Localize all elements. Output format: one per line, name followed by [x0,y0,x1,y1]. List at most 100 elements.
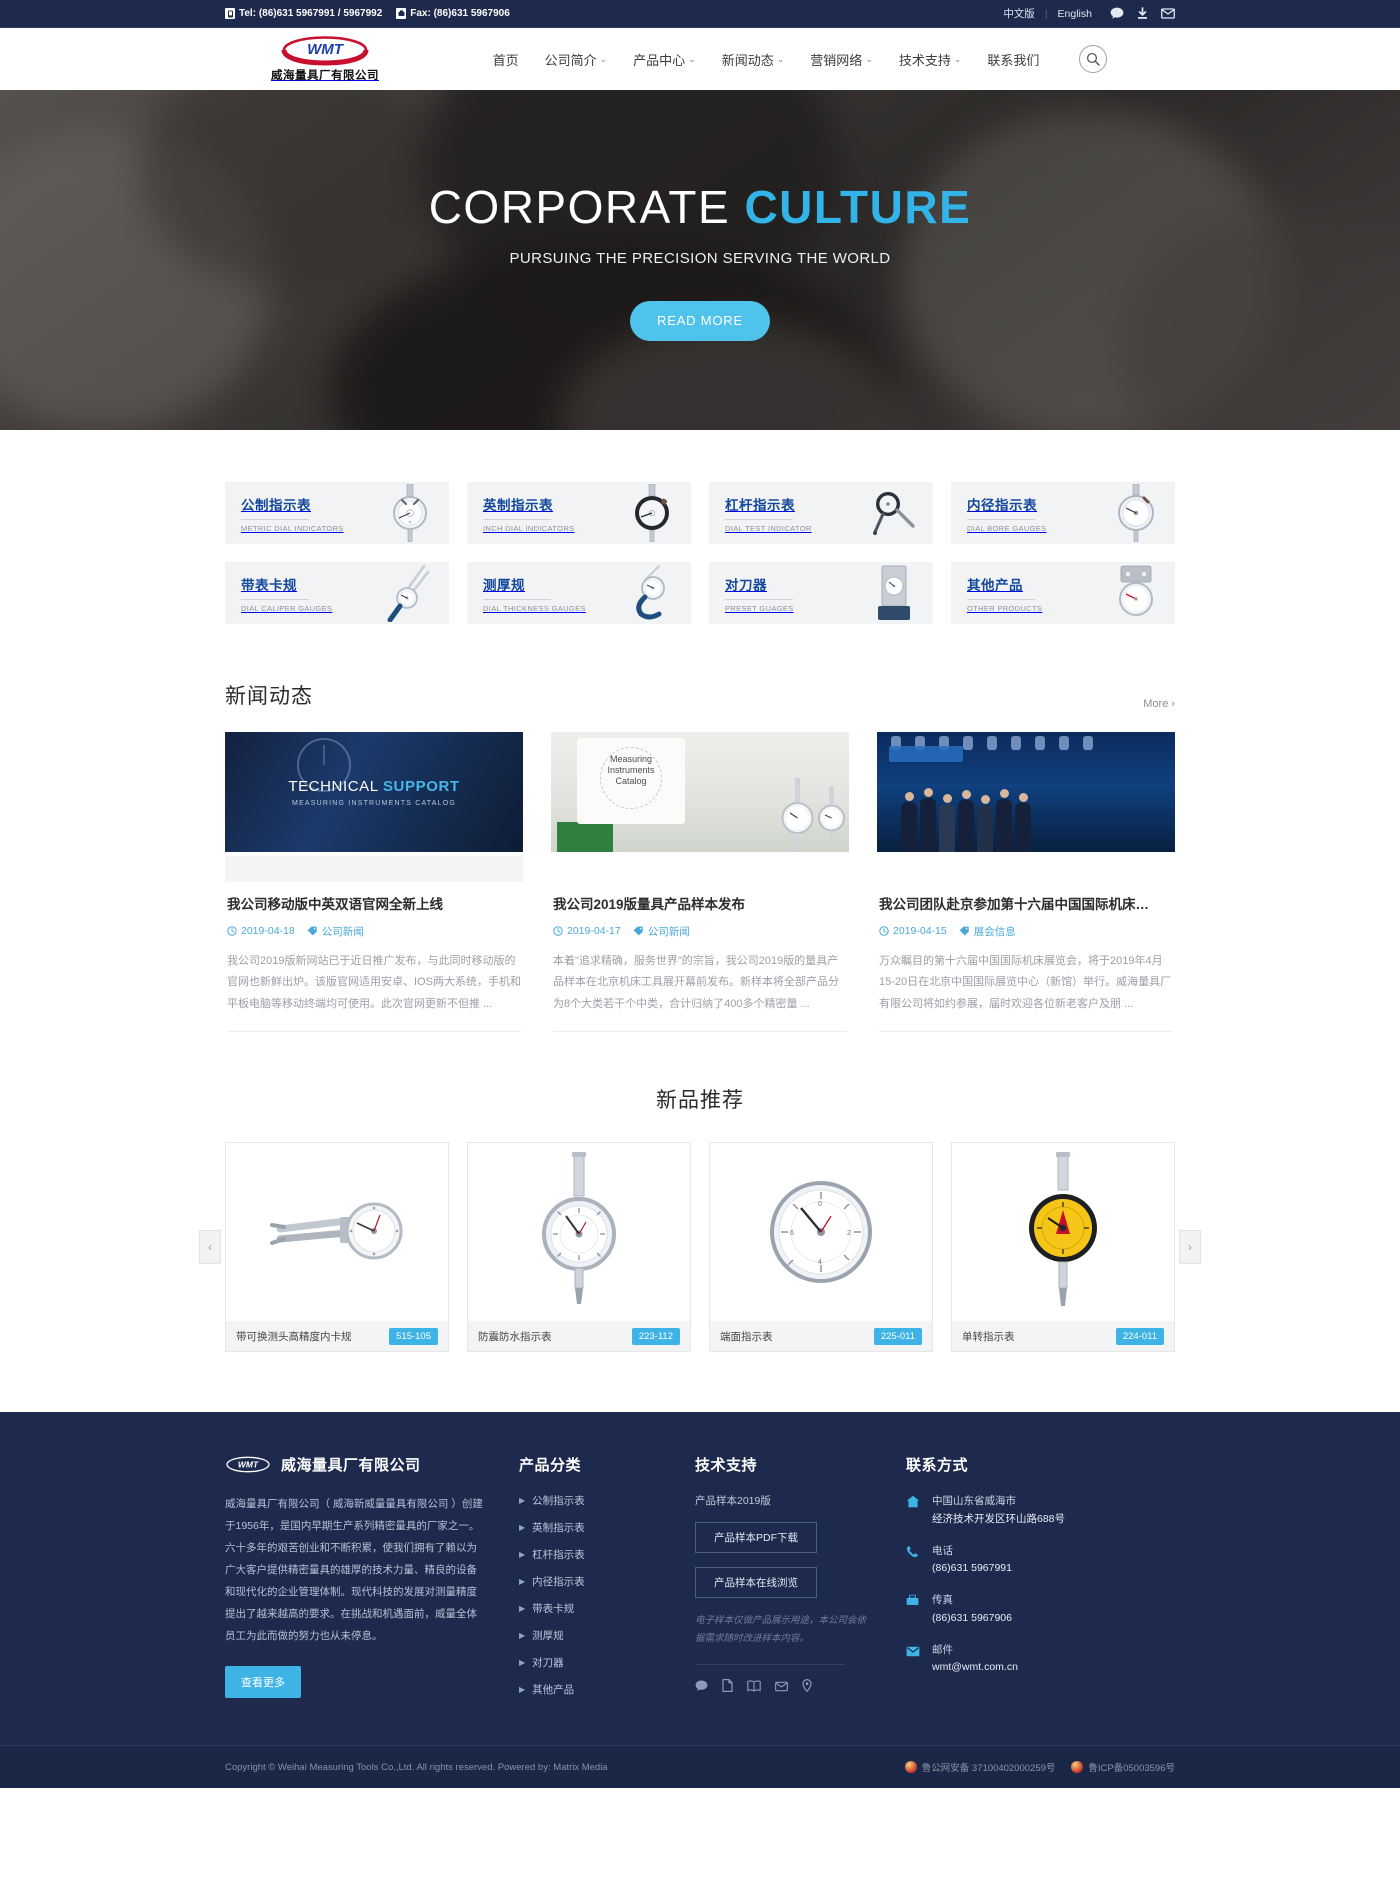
news-title[interactable]: 我公司团队赴京参加第十六届中国国际机床… [879,896,1173,915]
category-subtitle: DIAL THICKNESS GAUGES [483,603,586,613]
nav-label: 联系我们 [987,52,1040,68]
footer-category-item[interactable]: ▶ 测厚规 [519,1628,659,1643]
category-card-thickness[interactable]: 测厚规 DIAL THICKNESS GAUGES [467,562,691,624]
category-title: 杠杆指示表 [725,497,795,513]
hero-title-bold: CULTURE [744,180,972,233]
product-code-badge: 515-105 [389,1327,438,1345]
nav-item-about[interactable]: 公司简介 ⌄ [545,50,608,69]
chevron-down-icon: ⌄ [599,53,608,64]
news-title[interactable]: 我公司移动版中英双语官网全新上线 [227,896,521,915]
search-icon [1087,52,1101,66]
footer-category-item[interactable]: ▶ 对刀器 [519,1655,659,1670]
footer-category-item[interactable]: ▶ 公制指示表 [519,1493,659,1508]
gongan-record[interactable]: 鲁公网安备 37100402000259号 [904,1760,1055,1774]
book-icon[interactable] [747,1679,761,1697]
divider [241,598,309,600]
nav-label: 公司简介 [544,52,597,68]
category-card-preset[interactable]: 对刀器 PRESET GUAGES [709,562,933,624]
category-card-metric[interactable]: 公制指示表 METRIC DIAL INDICATORS [225,482,449,544]
clock-icon [553,926,563,937]
footer-category-item[interactable]: ▶ 杠杆指示表 [519,1547,659,1562]
pdf-icon[interactable] [722,1679,733,1697]
footer-category-item[interactable]: ▶ 带表卡规 [519,1601,659,1616]
news-section-title: 新闻动态 [225,685,313,708]
nav-item-support[interactable]: 技术支持 ⌄ [899,50,962,69]
tag-icon [633,926,643,936]
category-card-inch[interactable]: 英制指示表 INCH DIAL INDICATORS [467,482,691,544]
news-tag[interactable]: 公司新闻 [633,924,690,939]
catalog-online-view-button[interactable]: 产品样本在线浏览 [695,1567,817,1599]
news-tag[interactable]: 公司新闻 [307,924,364,939]
carousel-prev-button[interactable]: ‹ [199,1230,221,1265]
divider [967,518,1035,520]
product-card[interactable]: 0 2 4 6 端面指示表 225-011 [709,1142,933,1353]
news-card[interactable]: TECHNICAL SUPPORT MEASURING INSTRUMENTS … [225,732,523,1033]
nav-item-contact[interactable]: 联系我们 [987,50,1039,69]
hero-banner: CORPORATE CULTURE PURSUING THE PRECISION… [0,90,1400,430]
read-more-button[interactable]: READ MORE [630,300,770,341]
category-card-bore[interactable]: 内径指示表 DIAL BORE GAUGES [951,482,1175,544]
thumb-caption-bar [551,856,849,882]
triangle-right-icon: ▶ [519,1523,526,1533]
news-section: 新闻动态 More › TECHNICAL SUPPORT MEASURING … [0,624,1400,1033]
product-card[interactable]: 单转指示表 224-011 [951,1142,1175,1353]
thumb-green-block [557,822,613,852]
icp-record[interactable]: 鲁ICP备05003596号 [1071,1760,1175,1774]
nav-item-news[interactable]: 新闻动态 ⌄ [722,50,785,69]
chat-icon[interactable] [695,1679,708,1697]
lang-chinese-link[interactable]: 中文版 [1003,6,1035,21]
category-title: 公制指示表 [241,497,311,513]
contact-email-value[interactable]: wmt@wmt.com.cn [932,1659,1018,1676]
nav-item-network[interactable]: 营销网络 ⌄ [810,50,873,69]
category-subtitle: PRESET GUAGES [725,603,794,613]
category-card-test-indicator[interactable]: 杠杆指示表 DIAL TEST INDICATOR [709,482,933,544]
news-excerpt: 本着"追求精确，服务世界"的宗旨，我公司2019版的量具产品样本在北京机床工具展… [553,954,839,1010]
mail-icon[interactable] [775,1679,788,1697]
nav-item-home[interactable]: 首页 [493,50,519,69]
poster-line-2: Instruments [607,765,655,775]
divider [967,598,1035,600]
nav-item-products[interactable]: 产品中心 ⌄ [633,50,696,69]
footer-category-item[interactable]: ▶ 内径指示表 [519,1574,659,1589]
product-name: 防震防水指示表 [478,1330,552,1343]
contact-address-line2: 经济技术开发区环山路688号 [932,1512,1066,1525]
footer-support-note: 电子样本仅做产品展示用途，本公司会依据需求随时改进样本内容。 [695,1615,867,1645]
carousel-next-button[interactable]: › [1179,1230,1201,1265]
search-button[interactable] [1079,45,1108,73]
footer-company-name: 威海量具厂有限公司 [281,1457,421,1475]
product-card[interactable]: 带可换测头高精度内卡规 515-105 [225,1142,449,1353]
catalog-pdf-download-button[interactable]: 产品样本PDF下载 [695,1522,817,1554]
dial-indicator-icon [387,483,433,543]
face-dial-icon: 0 2 4 6 [710,1143,932,1321]
download-icon[interactable] [1136,7,1149,20]
footer-support-subtitle: 产品样本2019版 [695,1495,771,1508]
footer-category-item[interactable]: ▶ 英制指示表 [519,1520,659,1535]
category-card-caliper[interactable]: 带表卡规 DIAL CALIPER GAUGES [225,562,449,624]
category-section: 公制指示表 METRIC DIAL INDICATORS 英制指示表 INCH … [0,430,1400,624]
thumb-caption-bar [225,856,523,882]
news-card[interactable]: 我公司团队赴京参加第十六届中国国际机床… 2019-04-15 展会信息 万众瞩… [877,732,1175,1033]
location-icon[interactable] [802,1679,812,1697]
product-grid: 带可换测头高精度内卡规 515-105 防震防水指示表 223-112 0 2 … [225,1142,1175,1353]
product-card[interactable]: 防震防水指示表 223-112 [467,1142,691,1353]
chevron-right-icon: › [1171,698,1175,710]
contact-address-row: 中国山东省威海市 经济技术开发区环山路688号 [906,1493,1136,1528]
waterproof-dial-icon [468,1143,690,1321]
clock-icon [227,926,237,937]
news-card[interactable]: Measuring Instruments Catalog 我公司2019版量具… [551,732,849,1033]
lang-english-link[interactable]: English [1058,8,1092,20]
category-title: 对刀器 [725,577,767,593]
product-name: 单转指示表 [962,1330,1015,1343]
divider [483,598,551,600]
news-title[interactable]: 我公司2019版量具产品样本发布 [553,896,847,915]
chat-icon[interactable] [1110,7,1124,20]
news-tag[interactable]: 展会信息 [959,924,1016,939]
footer-more-button[interactable]: 查看更多 [225,1665,301,1698]
site-logo[interactable]: WMT 威海量具厂有限公司 [225,35,425,83]
svg-text:WMT: WMT [238,1460,259,1470]
category-card-other[interactable]: 其他产品 OTHER PRODUCTS [951,562,1175,624]
people-group [901,788,1031,852]
mail-icon[interactable] [1161,8,1175,19]
footer-category-item[interactable]: ▶ 其他产品 [519,1682,659,1697]
news-more-link[interactable]: More › [1143,698,1175,710]
